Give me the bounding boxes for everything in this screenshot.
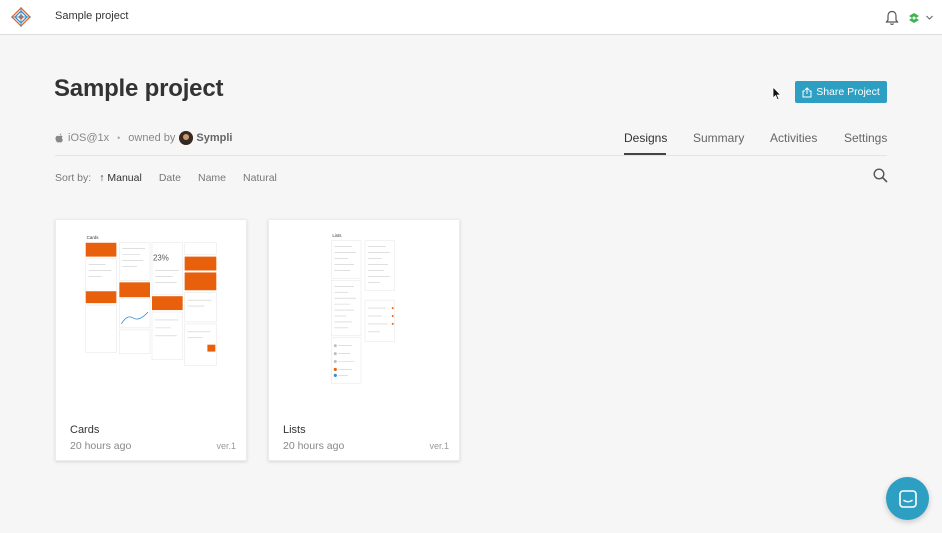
design-time: 20 hours ago: [70, 440, 132, 452]
tab-activities[interactable]: Activities: [770, 131, 817, 145]
svg-text:23%: 23%: [153, 254, 169, 263]
sort-arrow-icon: ↑: [99, 172, 105, 184]
sort-option-manual[interactable]: ↑ Manual: [99, 172, 142, 184]
diamond-logo-icon[interactable]: [11, 7, 31, 27]
tab-summary[interactable]: Summary: [693, 131, 744, 145]
svg-text:Cards: Cards: [87, 235, 100, 240]
design-name[interactable]: Cards: [70, 424, 99, 436]
svg-text:Lists: Lists: [332, 233, 342, 238]
sort-by-label: Sort by:: [55, 172, 92, 184]
top-bar: Sample project: [0, 0, 942, 35]
tab-designs[interactable]: Designs: [624, 131, 667, 145]
chat-icon: [898, 489, 917, 508]
mouse-cursor-icon: [772, 86, 782, 101]
design-version: ver.1: [216, 441, 236, 451]
share-project-label: Share Project: [816, 86, 880, 98]
design-thumbnail-cards: Cards 23%: [85, 235, 217, 366]
tabs-divider: [55, 155, 887, 156]
design-version: ver.1: [429, 441, 449, 451]
sort-option-name[interactable]: Name: [198, 172, 226, 184]
share-project-button[interactable]: Share Project: [795, 81, 887, 103]
share-icon: [802, 86, 812, 97]
design-card[interactable]: Lists Lists 20 hours ago ver.1: [268, 219, 460, 461]
sort-option-manual-label: Manual: [107, 172, 142, 184]
search-icon[interactable]: [873, 168, 888, 183]
chat-support-button[interactable]: [886, 477, 929, 520]
chevron-down-icon[interactable]: [925, 13, 934, 22]
design-card[interactable]: Cards 23% Cards 20 hours ago ver.1: [55, 219, 247, 461]
sort-bar: Sort by: ↑ Manual Date Name Natural: [55, 171, 294, 185]
topbar-project-name: Sample project: [55, 10, 129, 22]
project-tabs: Designs Summary Activities Settings: [0, 131, 942, 156]
user-avatar-icon[interactable]: [907, 11, 921, 25]
bell-icon[interactable]: [885, 10, 899, 26]
active-tab-indicator: [624, 153, 666, 155]
sort-option-date[interactable]: Date: [159, 172, 181, 184]
design-time: 20 hours ago: [283, 440, 345, 452]
page-title: Sample project: [54, 75, 224, 102]
design-thumbnail-lists: Lists: [331, 233, 395, 384]
tab-settings[interactable]: Settings: [844, 131, 887, 145]
sort-option-natural[interactable]: Natural: [243, 172, 277, 184]
design-name[interactable]: Lists: [283, 424, 306, 436]
